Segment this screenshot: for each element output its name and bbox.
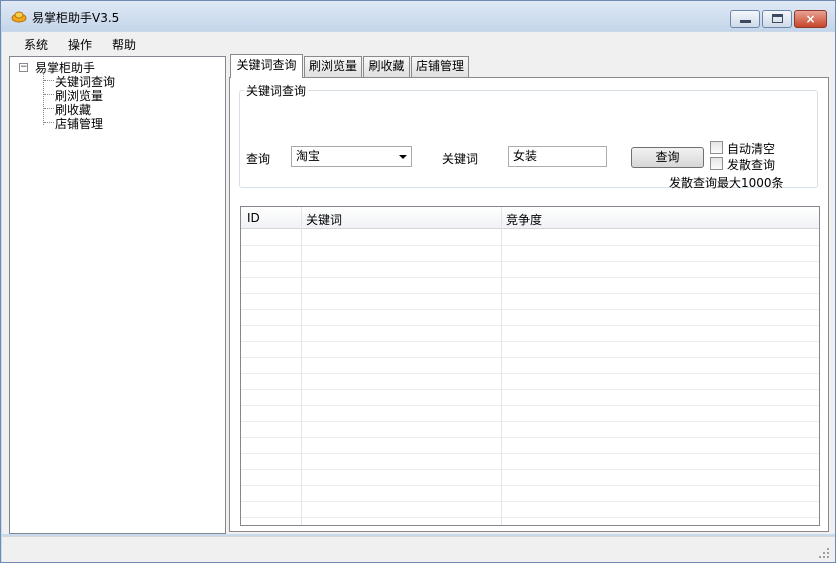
grid-row-line bbox=[241, 245, 819, 246]
keyword-label: 关键词 bbox=[442, 152, 479, 166]
auto-clear-checkbox[interactable] bbox=[710, 141, 723, 154]
grid-row-line bbox=[241, 405, 819, 406]
grid-row-line bbox=[241, 485, 819, 486]
tree-connector bbox=[44, 122, 54, 123]
menu-bar: 系统 操作 帮助 bbox=[2, 32, 835, 54]
expand-query-label: 发散查询 bbox=[727, 158, 776, 172]
title-bar[interactable]: 易掌柜助手V3.5 × bbox=[1, 1, 835, 31]
tab-keyword-query[interactable]: 关键词查询 bbox=[230, 54, 303, 78]
collapse-icon[interactable]: − bbox=[19, 63, 28, 72]
results-grid[interactable]: ID 关键词 竞争度 bbox=[240, 206, 820, 526]
grid-row-line bbox=[241, 501, 819, 502]
tab-page: 关键词查询 查询 淘宝 关键词 女装 查询 自动清空 发散查询 发散查询最大10… bbox=[229, 77, 829, 532]
dropdown-arrow-icon[interactable] bbox=[399, 155, 407, 159]
tab-favorites[interactable]: 刷收藏 bbox=[363, 56, 410, 77]
grid-row-line bbox=[241, 261, 819, 262]
grid-row-line bbox=[241, 421, 819, 422]
grid-row-line bbox=[241, 389, 819, 390]
column-header-id[interactable]: ID bbox=[247, 211, 260, 225]
maximize-button[interactable] bbox=[762, 10, 792, 28]
platform-select[interactable]: 淘宝 bbox=[291, 146, 412, 167]
expand-note: 发散查询最大1000条 bbox=[669, 176, 784, 190]
grid-row-line bbox=[241, 277, 819, 278]
tree-item-store-manage[interactable]: 店铺管理 bbox=[55, 115, 103, 132]
query-groupbox: 关键词查询 查询 淘宝 关键词 女装 查询 自动清空 发散查询 发散查询最大10… bbox=[239, 82, 818, 190]
menu-system[interactable]: 系统 bbox=[24, 36, 48, 53]
column-divider[interactable] bbox=[501, 207, 502, 525]
maximize-icon bbox=[772, 14, 783, 23]
column-divider[interactable] bbox=[301, 207, 302, 525]
resize-grip-icon[interactable] bbox=[819, 548, 829, 558]
tree-connector bbox=[44, 80, 54, 81]
auto-clear-label: 自动清空 bbox=[727, 142, 776, 156]
status-bar bbox=[2, 536, 835, 562]
column-header-keyword[interactable]: 关键词 bbox=[306, 211, 342, 228]
keyword-input[interactable]: 女装 bbox=[508, 146, 607, 167]
tab-control: 关键词查询 刷浏览量 刷收藏 店铺管理 关键词查询 查询 淘宝 关键词 女装 查… bbox=[228, 54, 830, 534]
grid-header: ID 关键词 竞争度 bbox=[241, 207, 819, 229]
client-area: − 易掌柜助手 关键词查询 刷浏览量 刷收藏 店铺管理 关键词查询 刷浏览量 刷… bbox=[2, 54, 835, 534]
menu-help[interactable]: 帮助 bbox=[112, 36, 136, 53]
grid-row-line bbox=[241, 453, 819, 454]
tab-page-views[interactable]: 刷浏览量 bbox=[304, 56, 362, 77]
grid-row-line bbox=[241, 309, 819, 310]
grid-row-line bbox=[241, 293, 819, 294]
close-icon: × bbox=[805, 12, 816, 26]
grid-row-line bbox=[241, 325, 819, 326]
app-window: 易掌柜助手V3.5 × 系统 操作 帮助 − 易掌柜助手 关键词查询 刷浏览量 … bbox=[0, 0, 836, 563]
tree-connector bbox=[44, 108, 54, 109]
expand-query-checkbox[interactable] bbox=[710, 157, 723, 170]
minimize-icon bbox=[740, 20, 751, 23]
grid-row-line bbox=[241, 357, 819, 358]
column-header-competition[interactable]: 竞争度 bbox=[506, 211, 542, 228]
grid-row-line bbox=[241, 373, 819, 374]
grid-row-line bbox=[241, 517, 819, 518]
query-label: 查询 bbox=[246, 152, 271, 166]
tree-connector bbox=[44, 94, 54, 95]
group-title: 关键词查询 bbox=[244, 82, 309, 99]
menu-operate[interactable]: 操作 bbox=[68, 36, 92, 53]
gold-ingot-icon bbox=[11, 11, 27, 23]
nav-tree: − 易掌柜助手 关键词查询 刷浏览量 刷收藏 店铺管理 bbox=[9, 56, 226, 534]
close-button[interactable]: × bbox=[794, 10, 827, 28]
grid-row-line bbox=[241, 469, 819, 470]
window-title: 易掌柜助手V3.5 bbox=[32, 11, 120, 25]
grid-row-line bbox=[241, 437, 819, 438]
tab-store-manage[interactable]: 店铺管理 bbox=[411, 56, 469, 77]
minimize-button[interactable] bbox=[730, 10, 760, 28]
query-button[interactable]: 查询 bbox=[631, 147, 704, 168]
platform-selected-value: 淘宝 bbox=[296, 149, 321, 163]
grid-row-line bbox=[241, 341, 819, 342]
